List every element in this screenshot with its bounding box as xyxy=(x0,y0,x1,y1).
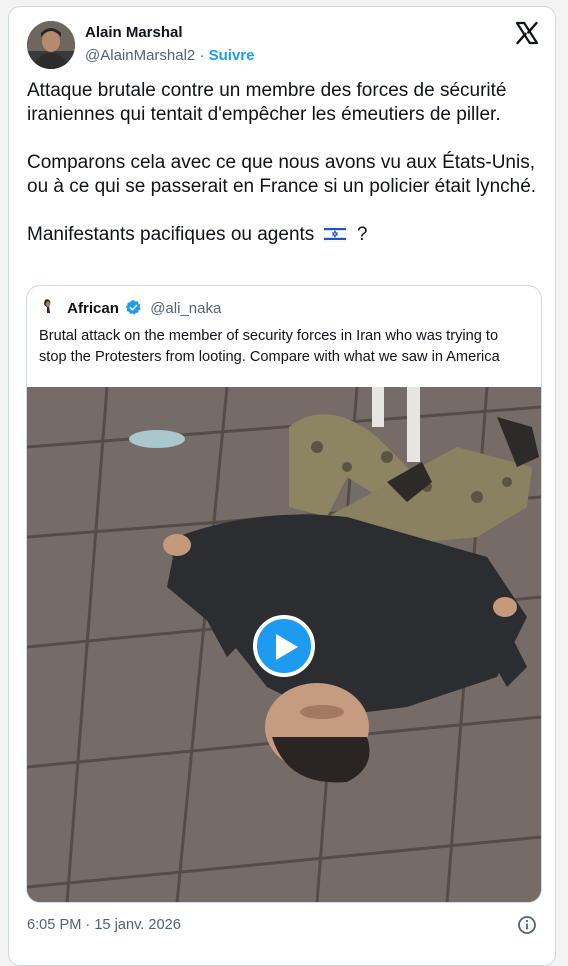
quoted-tweet-header: African @ali_naka xyxy=(39,298,221,318)
quoted-author-avatar[interactable] xyxy=(39,298,57,316)
x-logo-icon[interactable] xyxy=(515,21,539,45)
quoted-tweet-text: Brutal attack on the member of security … xyxy=(39,328,500,365)
play-button[interactable] xyxy=(253,615,315,677)
quoted-author-name[interactable]: African xyxy=(67,300,119,317)
author-avatar[interactable] xyxy=(27,21,75,69)
tweet-paragraph: Comparons cela avec ce que nous avons vu… xyxy=(27,152,537,197)
verified-badge-icon xyxy=(125,299,142,316)
separator-dot: · xyxy=(199,47,205,64)
author-handle-row: @AlainMarshal2 · Suivre xyxy=(85,47,254,64)
info-icon[interactable] xyxy=(517,915,537,935)
tweet-card: Alain Marshal @AlainMarshal2 · Suivre At… xyxy=(8,6,556,966)
quoted-author-handle[interactable]: @ali_naka xyxy=(150,300,221,317)
israel-flag-icon xyxy=(323,225,346,243)
tweet-paragraph: Attaque brutale contre un membre des for… xyxy=(27,80,507,125)
tweet-timestamp[interactable]: 6:05 PM · 15 janv. 2026 xyxy=(27,917,181,933)
author-name[interactable]: Alain Marshal xyxy=(85,24,183,41)
tweet-text: Attaque brutale contre un membre des for… xyxy=(27,79,543,247)
tweet-last-line-start: Manifestants pacifiques ou agents xyxy=(27,224,315,245)
tweet-paragraph-last: Manifestants pacifiques ou agents ? xyxy=(27,223,543,247)
follow-button[interactable]: Suivre xyxy=(209,47,255,64)
play-icon xyxy=(276,634,298,660)
quoted-tweet[interactable]: African @ali_naka Brutal attack on the m… xyxy=(26,285,542,903)
video-player[interactable] xyxy=(27,387,541,902)
tweet-last-line-end: ? xyxy=(356,224,368,245)
author-handle[interactable]: @AlainMarshal2 xyxy=(85,47,195,64)
